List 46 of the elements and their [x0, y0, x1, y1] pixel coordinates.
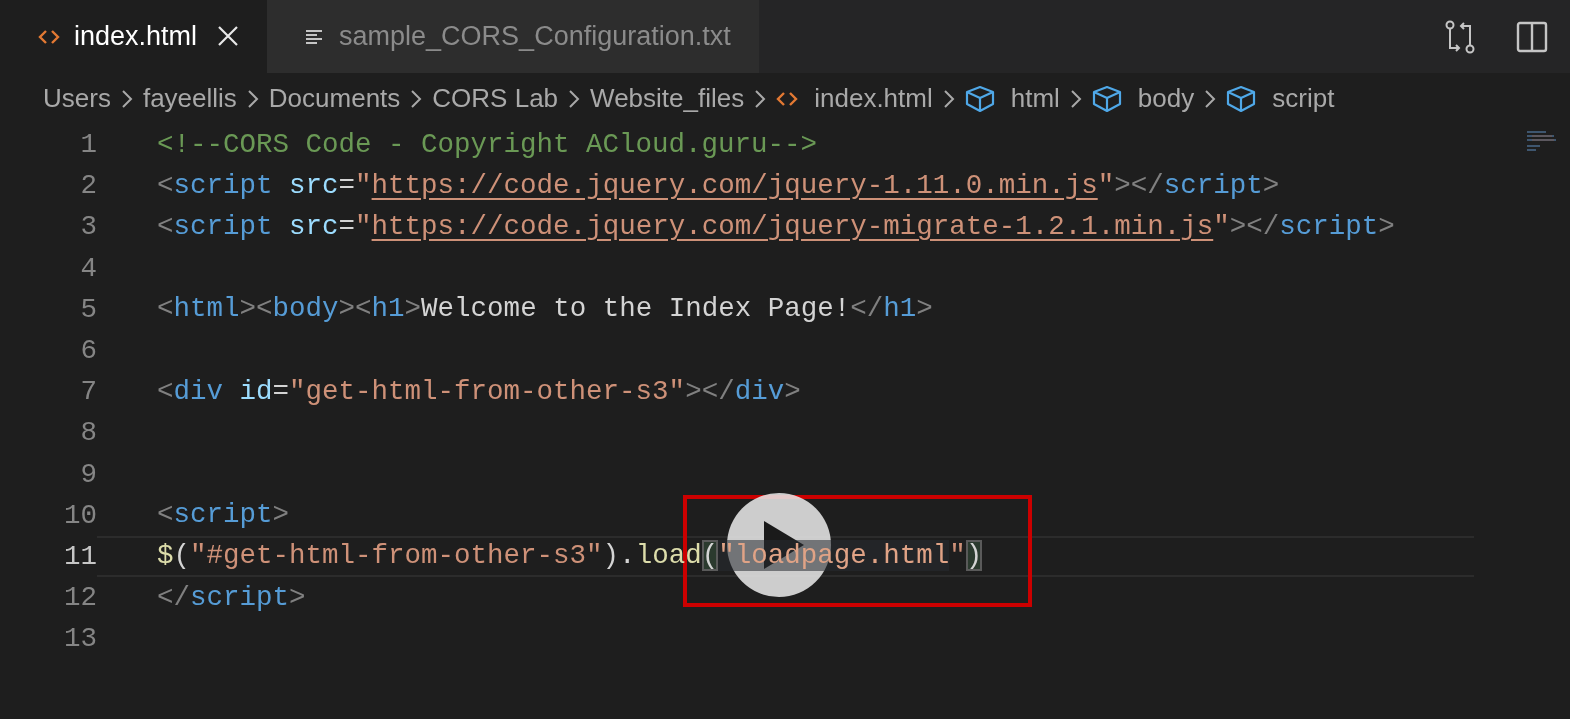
breadcrumb-item[interactable]: Documents	[268, 83, 401, 114]
line-number: 1	[80, 128, 97, 162]
line-number: 4	[80, 251, 97, 286]
line-number: 5	[80, 292, 97, 327]
editor-tab[interactable]: index.html	[0, 0, 268, 73]
breadcrumb-item[interactable]: Users	[43, 83, 111, 114]
line-number: 9	[80, 457, 97, 492]
cube-icon	[964, 84, 995, 113]
code-line: <div id="get-html-from-other-s3"></div>	[157, 374, 801, 409]
chevron-right-icon	[246, 88, 259, 109]
breadcrumb-item[interactable]: body	[1091, 83, 1195, 114]
chevron-right-icon	[568, 88, 581, 109]
editor-tab[interactable]: sample_CORS_Configuration.txt	[267, 0, 759, 73]
breadcrumb-item[interactable]: fayeellis	[142, 83, 237, 114]
breadcrumb-item[interactable]: html	[964, 83, 1060, 114]
line-number: 13	[64, 622, 97, 657]
code-line: <script>	[157, 498, 290, 533]
line-number: 10	[64, 498, 97, 533]
chevron-right-icon	[754, 88, 767, 109]
code-line: <script src="https://code.jquery.com/jquery-migrate-1.2.1.min.js"></script>	[157, 209, 1395, 244]
code-line: </script>	[157, 580, 306, 615]
code-line: <html><body><h1>Welcome to the Index Page!</h1>	[157, 292, 933, 327]
line-number: 7	[80, 375, 97, 410]
code-line: <script src="https://code.jquery.com/jquery-1.11.0.min.js"></script>	[157, 168, 1280, 203]
code-brackets-icon	[776, 89, 799, 108]
cube-icon	[1091, 84, 1122, 113]
line-number: 8	[80, 416, 97, 451]
breadcrumb-item[interactable]: CORS Lab	[432, 83, 559, 114]
code-brackets-icon	[38, 27, 60, 46]
line-number: 3	[80, 210, 97, 245]
code-line: <!--CORS Code - Copyright ACloud.guru-->	[157, 127, 818, 162]
breadcrumb-item[interactable]: index.html	[776, 83, 933, 114]
chevron-right-icon	[120, 88, 133, 109]
line-number: 6	[80, 333, 97, 368]
line-number: 12	[64, 581, 97, 616]
chevron-right-icon	[410, 88, 423, 109]
breadcrumb-item[interactable]: script	[1226, 83, 1335, 114]
chevron-right-icon	[942, 88, 955, 109]
line-number: 11	[64, 539, 97, 574]
compare-changes-icon[interactable]	[1444, 19, 1476, 54]
split-editor-icon[interactable]	[1516, 20, 1548, 53]
chevron-right-icon	[1069, 88, 1082, 109]
breadcrumb-item[interactable]: Website_files	[590, 83, 745, 114]
cube-icon	[1226, 84, 1257, 113]
chevron-right-icon	[1204, 88, 1217, 109]
line-number: 2	[80, 169, 97, 204]
